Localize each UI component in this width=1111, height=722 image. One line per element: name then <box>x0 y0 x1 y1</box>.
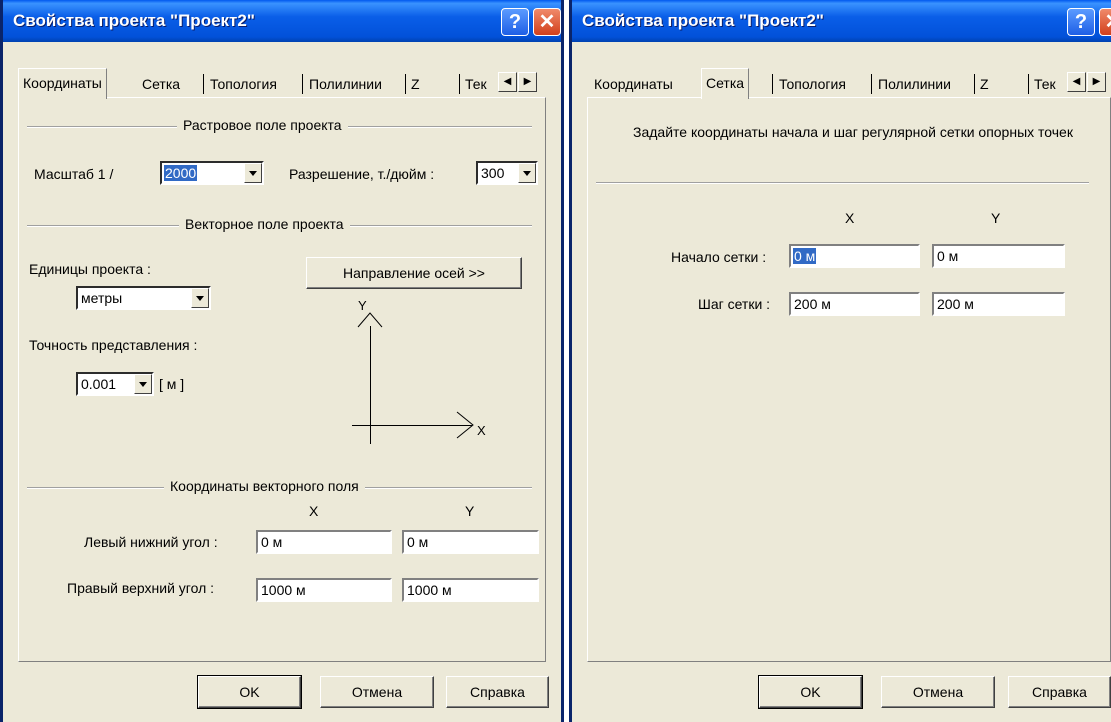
column-y-label: Y <box>991 210 1001 226</box>
vector-group-title: Векторное поле проекта <box>179 216 350 232</box>
ok-button[interactable]: OK <box>197 675 302 709</box>
units-combo[interactable]: метры <box>76 286 211 310</box>
project-properties-dialog-grid: Свойства проекта "Проект2" ? ✕ Координат… <box>569 0 1111 722</box>
grid-step-y-input[interactable]: 200 м <box>932 292 1065 316</box>
window-title: Свойства проекта "Проект2" <box>582 11 824 30</box>
units-value: метры <box>81 290 123 306</box>
close-icon[interactable]: ✕ <box>533 8 561 36</box>
upper-right-y-value: 1000 м <box>407 582 452 598</box>
upper-right-y-input[interactable]: 1000 м <box>402 578 539 602</box>
tab-topology[interactable]: Топология <box>210 72 277 96</box>
y-axis-label: Y <box>358 298 367 313</box>
upper-right-x-input[interactable]: 1000 м <box>256 578 392 602</box>
upper-right-x-value: 1000 м <box>261 582 306 598</box>
tab-z[interactable]: Z <box>980 72 989 96</box>
grid-origin-y-value: 0 м <box>937 248 959 264</box>
resolution-label: Разрешение, т./дюйм : <box>289 166 435 182</box>
grid-step-x-input[interactable]: 200 м <box>789 292 920 316</box>
window-title: Свойства проекта "Проект2" <box>13 11 255 30</box>
grid-step-label: Шаг сетки : <box>698 296 771 312</box>
tab-grid[interactable]: Сетка <box>142 72 180 96</box>
tab-separator <box>772 74 773 94</box>
precision-label: Точность представления : <box>29 337 198 353</box>
help-icon[interactable]: ? <box>1067 8 1095 36</box>
column-y-label: Y <box>465 503 475 519</box>
y-axis-line <box>370 326 371 444</box>
tab-separator <box>203 74 204 94</box>
help-button[interactable]: Справка <box>1008 676 1111 708</box>
tab-scroll-right-icon[interactable]: ▶ <box>1087 72 1106 92</box>
resolution-value: 300 <box>481 165 505 181</box>
tab-panel-coordinates: Растровое поле проекта Масштаб 1 / 2000 … <box>18 97 546 662</box>
axes-direction-button[interactable]: Направление осей >> <box>306 257 522 289</box>
lower-left-label: Левый нижний угол : <box>84 534 218 550</box>
tab-panel-grid: Задайте координаты начала и шаг регулярн… <box>587 97 1111 662</box>
tab-separator <box>871 74 872 94</box>
tab-topology[interactable]: Топология <box>779 72 846 96</box>
scale-combo[interactable]: 2000 <box>160 161 264 185</box>
lower-left-x-value: 0 м <box>261 534 283 550</box>
tab-separator <box>974 74 975 94</box>
tab-coordinates[interactable]: Координаты <box>18 68 107 99</box>
column-x-label: X <box>845 210 855 226</box>
grid-origin-label: Начало сетки : <box>671 249 767 265</box>
chevron-down-icon[interactable] <box>134 374 152 394</box>
help-button[interactable]: Справка <box>446 676 549 708</box>
tab-grid[interactable]: Сетка <box>701 68 750 99</box>
tab-text[interactable]: Тек <box>1034 72 1056 96</box>
tab-scroll-left-icon[interactable]: ◀ <box>498 72 517 92</box>
scale-value: 2000 <box>164 165 198 181</box>
title-bar[interactable]: Свойства проекта "Проект2" ? ✕ <box>3 0 561 42</box>
ok-button[interactable]: OK <box>758 675 863 709</box>
chevron-down-icon[interactable] <box>518 163 536 183</box>
grid-origin-y-input[interactable]: 0 м <box>932 244 1065 268</box>
precision-value: 0.001 <box>81 376 117 392</box>
x-axis-line <box>352 425 472 426</box>
lower-left-y-value: 0 м <box>407 534 429 550</box>
x-axis-label: X <box>477 423 486 438</box>
chevron-down-icon[interactable] <box>244 163 262 183</box>
raster-group-title: Растровое поле проекта <box>177 117 348 133</box>
grid-step-y-value: 200 м <box>937 296 974 312</box>
tab-coordinates[interactable]: Координаты <box>594 72 673 96</box>
close-icon[interactable]: ✕ <box>1099 8 1111 36</box>
tab-separator <box>302 74 303 94</box>
precision-combo[interactable]: 0.001 <box>76 372 154 396</box>
lower-left-x-input[interactable]: 0 м <box>256 530 392 554</box>
divider <box>596 182 1089 184</box>
chevron-down-icon[interactable] <box>191 288 209 308</box>
column-x-label: X <box>309 503 319 519</box>
cancel-button[interactable]: Отмена <box>881 676 995 708</box>
tab-scroll: ◀ ▶ <box>1067 72 1107 92</box>
units-label: Единицы проекта : <box>29 261 151 277</box>
tab-polylines[interactable]: Полилинии <box>309 72 382 96</box>
tab-separator <box>1028 74 1029 94</box>
grid-step-x-value: 200 м <box>794 296 831 312</box>
tab-scroll-right-icon[interactable]: ▶ <box>518 72 537 92</box>
tab-scroll-left-icon[interactable]: ◀ <box>1067 72 1086 92</box>
cancel-button[interactable]: Отмена <box>320 676 434 708</box>
help-icon[interactable]: ? <box>501 8 529 36</box>
tab-separator <box>405 74 406 94</box>
grid-instructions: Задайте координаты начала и шаг регулярн… <box>633 124 1073 140</box>
precision-unit: [ м ] <box>159 376 185 392</box>
grid-origin-x-value: 0 м <box>793 248 817 264</box>
tab-z[interactable]: Z <box>411 72 420 96</box>
upper-right-label: Правый верхний угол : <box>67 580 215 596</box>
scale-label: Масштаб 1 / <box>34 166 114 182</box>
project-properties-dialog-coordinates: Свойства проекта "Проект2" ? ✕ Координат… <box>0 0 564 722</box>
grid-origin-x-input[interactable]: 0 м <box>789 244 920 268</box>
vector-coords-group-title: Координаты векторного поля <box>164 478 365 494</box>
tab-scroll: ◀ ▶ <box>498 72 538 92</box>
tab-separator <box>459 74 460 94</box>
title-bar[interactable]: Свойства проекта "Проект2" ? ✕ <box>572 0 1111 42</box>
tab-text[interactable]: Тек <box>465 72 487 96</box>
lower-left-y-input[interactable]: 0 м <box>402 530 539 554</box>
resolution-combo[interactable]: 300 <box>476 161 538 185</box>
tab-polylines[interactable]: Полилинии <box>878 72 951 96</box>
